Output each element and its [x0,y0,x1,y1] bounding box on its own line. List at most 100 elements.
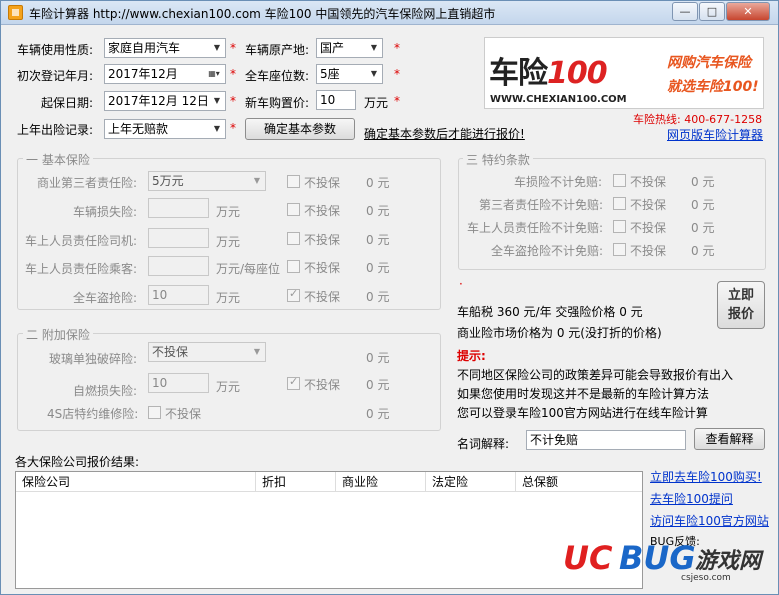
price-label: 新车购置价: [245,96,310,110]
reg-date-picker[interactable]: 2017年12月 ▦▾ [104,64,226,84]
damage-input[interactable] [148,198,209,218]
special-label-passenger: 车上人员责任险不计免赔: [467,221,604,235]
calendar-icon[interactable]: ▦▾ [203,65,225,83]
s4-label: 4S店特约维修险: [47,407,139,421]
ad-slogan-2: 就选车险100! [667,79,759,95]
special-not-insured: 不投保 [630,175,667,189]
view-explain-button[interactable]: 查看解释 [694,428,765,450]
theft-unit: 万元 [216,291,241,305]
web-calc-link[interactable]: 网页版车险计算器 [667,126,763,143]
quote-now-button[interactable]: 立即 报价 [717,281,765,329]
damage-not-insured: 不投保 [304,204,341,218]
col-header-total[interactable]: 总保额 [516,472,642,492]
glass-label: 玻璃单独破碎险: [49,352,138,366]
ad-slogan-1: 网购汽车保险 [667,55,751,71]
market-price-line: 商业险市场价格为 0 元(没打折的价格) [457,326,662,340]
col-header-company[interactable]: 保险公司 [16,472,256,492]
results-title: 各大保险公司报价结果: [15,455,140,469]
usage-select[interactable]: 家庭自用汽车 ▼ [104,38,226,58]
theft-price: 0 元 [366,290,390,304]
buy-link[interactable]: 立即去车险100购买! [650,468,762,485]
maximize-button[interactable]: □ [699,2,725,21]
origin-select[interactable]: 国产 ▼ [316,38,383,58]
third-party-value: 5万元 [152,174,184,188]
results-table[interactable]: 保险公司 折扣 商业险 法定险 总保额 [15,471,643,589]
theft-not-insured: 不投保 [304,290,341,304]
col-header-discount[interactable]: 折扣 [256,472,336,492]
confirm-params-button[interactable]: 确定基本参数 [245,118,355,140]
driver-input[interactable] [148,228,209,248]
third-party-label: 商业第三者责任险: [37,176,138,190]
third-party-checkbox[interactable] [287,175,300,188]
s4-price: 0 元 [366,407,390,421]
special-not-insured: 不投保 [630,244,667,258]
tax-line: 车船税 360 元/年 交强险价格 0 元 [457,305,643,319]
chevron-down-icon: ▼ [253,347,261,356]
col-header-commercial[interactable]: 商业险 [336,472,426,492]
glass-select[interactable]: 不投保 ▼ [148,342,266,362]
required-star: * [394,94,400,108]
reg-date-value: 2017年12月 [108,67,178,81]
fire-checkbox[interactable] [287,375,300,390]
damage-unit: 万元 [216,205,241,219]
ad-banner[interactable]: 车险100 WWW.CHEXIAN100.COM 网购汽车保险 就选车险100! [484,37,764,109]
special-label-third-party: 第三者责任险不计免赔: [479,198,604,212]
app-window: 车险计算器 http://www.chexian100.com 车险100 中国… [0,0,779,595]
origin-value: 国产 [320,41,345,55]
special-checkbox-damage[interactable] [613,174,626,187]
start-date-picker[interactable]: 2017年12月 12日 ▼ [104,91,226,111]
chevron-down-icon: ▼ [213,96,221,105]
quote-button-line2: 报价 [727,307,754,322]
third-party-select[interactable]: 5万元 ▼ [148,171,266,191]
tip-line-2: 如果您使用时发现这并不是最新的车险计算方法 [457,387,710,401]
fire-unit: 万元 [216,380,241,394]
official-site-link[interactable]: 访问车险100官方网站 [650,512,769,529]
special-checkbox-passenger[interactable] [613,220,626,233]
special-checkbox-third-party[interactable] [613,197,626,210]
fire-not-insured: 不投保 [304,378,341,392]
chevron-down-icon: ▼ [253,176,261,185]
glass-price: 0 元 [366,351,390,365]
seats-value: 5座 [320,67,340,81]
chevron-down-icon: ▼ [213,124,221,133]
price-input[interactable]: 10 [316,90,356,110]
ucbug-watermark: UC BUG 游戏网 csjeso.com [563,537,777,593]
special-checkbox-theft[interactable] [613,243,626,256]
special-price: 0 元 [691,198,715,212]
theft-input[interactable]: 10 [148,285,209,305]
tip-label: 提示: [457,349,486,363]
passenger-label: 车上人员责任险乘客: [25,262,138,276]
summary-dot: · [459,277,463,291]
seats-select[interactable]: 5座 ▼ [316,64,383,84]
fire-label: 自燃损失险: [73,384,138,398]
term-input[interactable]: 不计免赔 [526,430,686,450]
driver-not-insured: 不投保 [304,233,341,247]
basic-insurance-title: 一 基本保险 [23,151,93,168]
chevron-down-icon: ▼ [370,69,378,78]
special-clause-title: 三 特约条款 [463,151,533,168]
seats-label: 全车座位数: [245,69,310,83]
driver-price: 0 元 [366,233,390,247]
ask-link[interactable]: 去车险100提问 [650,490,733,507]
minimize-button[interactable]: — [672,2,698,21]
ad-url: WWW.CHEXIAN100.COM [490,94,627,105]
window-title: 车险计算器 http://www.chexian100.com 车险100 中国… [29,7,496,21]
fire-input[interactable]: 10 [148,373,209,393]
claims-select[interactable]: 上年无赔款 ▼ [104,119,226,139]
driver-checkbox[interactable] [287,232,300,245]
close-button[interactable]: ✕ [726,2,770,21]
col-header-compulsory[interactable]: 法定险 [426,472,516,492]
price-unit: 万元 [364,96,389,110]
title-bar[interactable]: 车险计算器 http://www.chexian100.com 车险100 中国… [1,1,778,25]
passenger-checkbox[interactable] [287,260,300,273]
claims-value: 上年无赔款 [108,122,169,136]
third-party-price: 0 元 [366,176,390,190]
s4-checkbox[interactable] [148,406,161,419]
damage-checkbox[interactable] [287,203,300,216]
passenger-input[interactable] [148,256,209,276]
tip-line-3: 您可以登录车险100官方网站进行在线车险计算 [457,406,708,420]
quote-button-line1: 立即 [727,288,754,303]
origin-label: 车辆原产地: [245,43,310,57]
usage-value: 家庭自用汽车 [108,41,181,55]
theft-checkbox[interactable] [287,287,300,302]
